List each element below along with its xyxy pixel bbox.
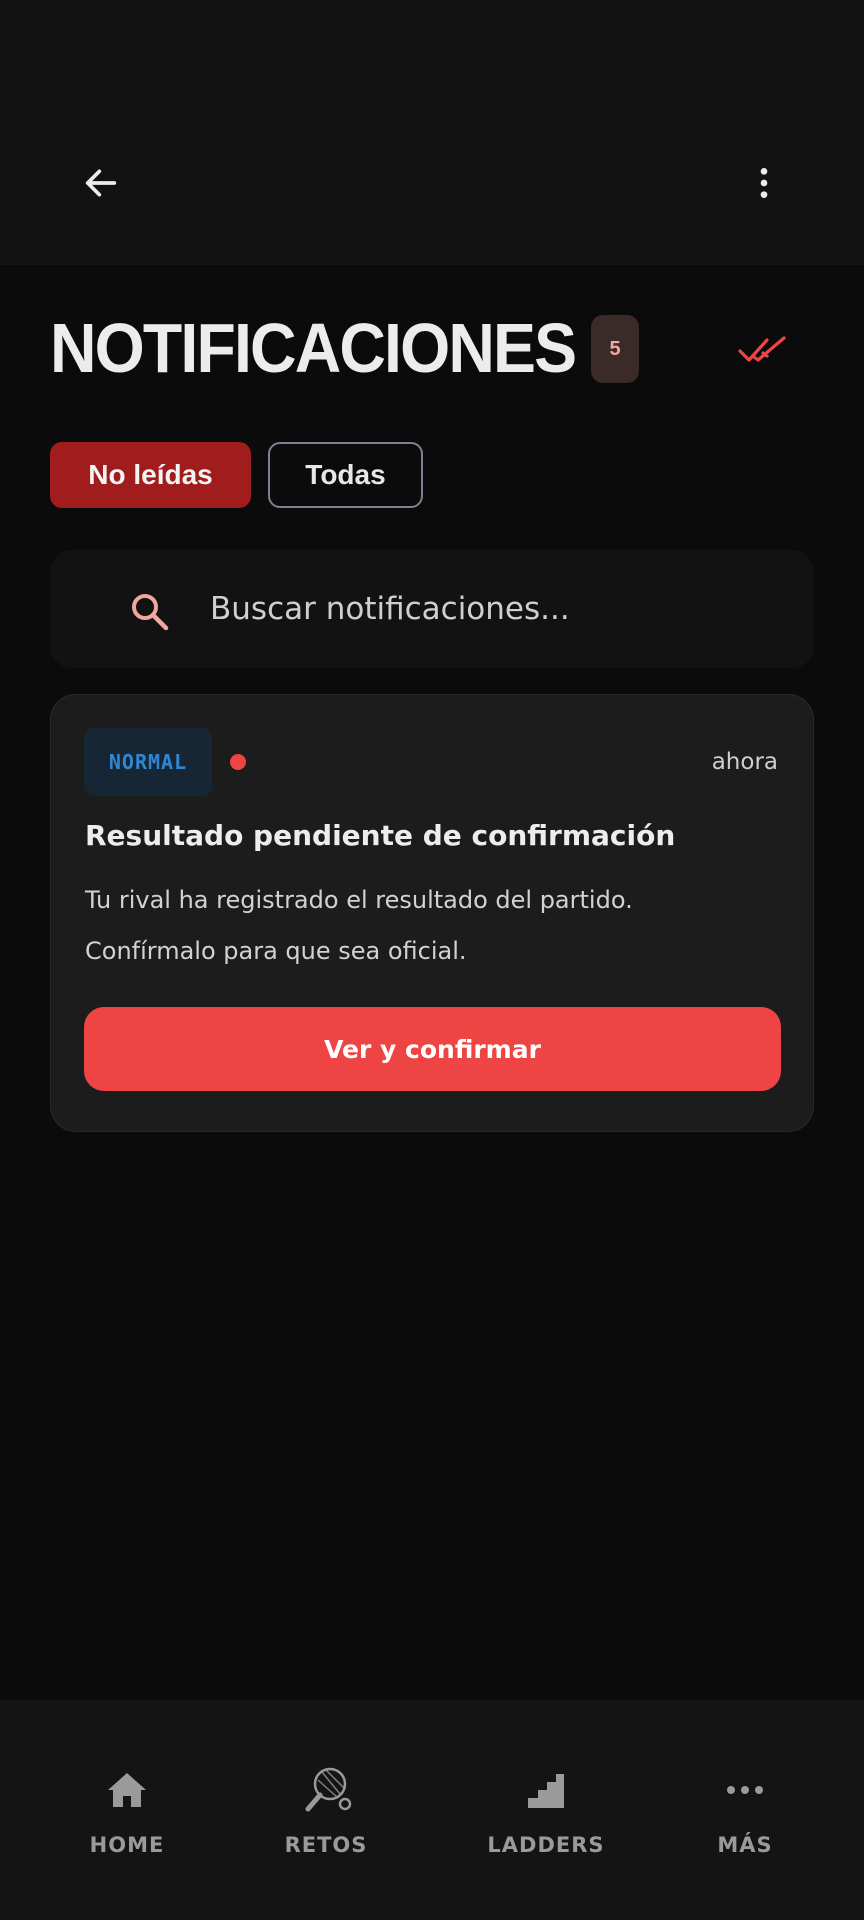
page-header: NOTIFICACIONES xyxy=(50,308,577,388)
tab-all[interactable]: Todas xyxy=(268,442,423,508)
more-vertical-icon xyxy=(760,168,768,198)
stairs-icon xyxy=(528,1774,564,1808)
tab-unread[interactable]: No leídas xyxy=(50,442,251,508)
back-button[interactable] xyxy=(74,156,128,210)
nav-item-retos[interactable]: RETOS xyxy=(241,1760,411,1860)
nav-label: RETOS xyxy=(284,1833,368,1857)
mark-all-read-button[interactable] xyxy=(732,325,794,375)
app-bar xyxy=(0,0,864,265)
nav-item-ladders[interactable]: LADDERS xyxy=(461,1760,631,1860)
more-options-button[interactable] xyxy=(737,156,791,210)
home-icon xyxy=(108,1773,146,1807)
notification-body-line: Tu rival ha registrado el resultado del … xyxy=(85,886,633,914)
nav-item-mas[interactable]: MÁS xyxy=(660,1760,830,1860)
notification-body-line: Confírmalo para que sea oficial. xyxy=(85,937,467,965)
arrow-left-icon xyxy=(85,169,117,197)
unread-indicator-dot xyxy=(230,754,246,770)
nav-label: LADDERS xyxy=(487,1833,605,1857)
page-title: NOTIFICACIONES xyxy=(50,309,577,387)
double-check-icon xyxy=(738,336,786,362)
notification-body: Tu rival ha registrado el resultado del … xyxy=(85,875,785,977)
search-input[interactable] xyxy=(210,550,790,668)
notification-time: ahora xyxy=(711,749,778,775)
nav-item-home[interactable]: HOME xyxy=(42,1760,212,1860)
racket-icon xyxy=(305,1767,352,1812)
nav-label: MÁS xyxy=(717,1833,773,1857)
more-horizontal-icon xyxy=(727,1786,763,1794)
search-icon xyxy=(132,594,169,631)
notification-card[interactable]: NORMAL ahora Resultado pendiente de conf… xyxy=(50,694,814,1132)
priority-badge: NORMAL xyxy=(84,728,212,796)
search-bar[interactable] xyxy=(50,550,814,668)
nav-label: HOME xyxy=(89,1833,165,1857)
view-and-confirm-button[interactable]: Ver y confirmar xyxy=(84,1007,781,1091)
unread-count-badge: 5 xyxy=(591,315,639,383)
notification-title: Resultado pendiente de confirmación xyxy=(85,819,676,852)
bottom-navigation: HOME RETOS LADDERS MÁS xyxy=(0,1700,864,1920)
